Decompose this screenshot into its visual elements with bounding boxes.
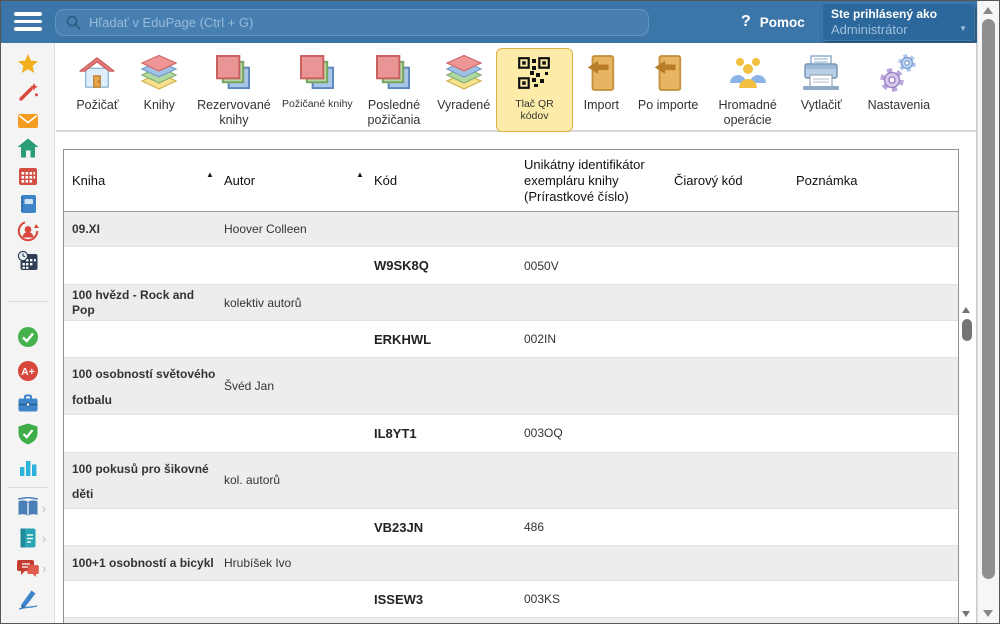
library-toolbar: Požičať Knihy Rezervované knihy Požičané…: [56, 43, 976, 132]
people-group-icon: [728, 51, 768, 95]
printer-icon: [802, 51, 840, 95]
toolbar-item-po-importe[interactable]: Po importe: [630, 51, 707, 113]
chevron-down-icon: ▼: [959, 24, 967, 33]
svg-text:A+: A+: [21, 366, 35, 378]
table-row[interactable]: W9SK8Q 0050V: [64, 247, 958, 285]
table-row[interactable]: ISSEW3 003KS: [64, 581, 958, 618]
library-book-icon[interactable]: [17, 497, 39, 519]
star-icon[interactable]: [17, 53, 39, 75]
bar-chart-icon[interactable]: [17, 456, 39, 478]
table-row[interactable]: IL8YT1 003OQ: [64, 415, 958, 453]
stacked-squares-icon: [376, 51, 411, 95]
person-refresh-icon[interactable]: [17, 220, 39, 242]
calendar-grid-icon[interactable]: [17, 165, 39, 187]
house-icon: [78, 51, 116, 95]
column-header-kniha[interactable]: Kniha: [64, 150, 216, 211]
table-scrollbar[interactable]: [959, 304, 975, 623]
sidebar-divider: [7, 301, 48, 302]
import-door-icon: [585, 51, 617, 95]
import-door-icon: [652, 51, 684, 95]
sidebar-divider: [7, 487, 48, 488]
table-row[interactable]: 100+1 osobností a bicykl Hrubíšek Ivo: [64, 546, 958, 581]
books-table: Kniha Autor Kód Unikátny identifikátor e…: [63, 149, 959, 624]
table-row[interactable]: 100 hvězd - Rock and Pop kolektiv autorů: [64, 285, 958, 321]
toolbar-item-nastavenia[interactable]: Nastavenia: [854, 51, 944, 113]
column-header-autor[interactable]: Autor: [216, 150, 366, 211]
logged-in-as-label: Ste prihlásený ako: [831, 7, 966, 21]
work-area: Kniha Autor Kód Unikátny identifikátor e…: [56, 134, 976, 623]
chevron-right-icon: ›: [42, 501, 46, 516]
toolbar-item-tlac-qr-kodov[interactable]: Tlač QR kódov: [496, 48, 573, 132]
help-label: Pomoc: [760, 15, 805, 30]
column-header-ciarovy-kod[interactable]: Čiarový kód: [666, 150, 788, 211]
column-header-kod[interactable]: Kód: [366, 150, 516, 211]
toolbar-item-vyradene[interactable]: Vyradené: [431, 51, 496, 113]
shield-check-icon[interactable]: [17, 423, 39, 445]
table-header: Kniha Autor Kód Unikátny identifikátor e…: [64, 150, 958, 212]
main-content: Požičať Knihy Rezervované knihy Požičané…: [56, 43, 977, 623]
column-header-poznamka[interactable]: Poznámka: [788, 150, 958, 211]
user-role: Administrátor: [831, 22, 966, 37]
envelope-icon[interactable]: [17, 110, 39, 132]
toolbar-item-hromadne-operacie[interactable]: Hromadné operácie: [706, 51, 788, 128]
check-circle-icon[interactable]: [17, 326, 39, 348]
table-row[interactable]: VB23JN 486: [64, 509, 958, 546]
layers-icon: [445, 51, 483, 95]
search-icon: [66, 15, 81, 30]
table-scrollbar-thumb[interactable]: [962, 319, 972, 341]
chevron-right-icon: ›: [42, 561, 46, 576]
magic-wand-icon[interactable]: [17, 81, 39, 103]
table-row[interactable]: ERKHWL 002IN: [64, 321, 958, 358]
stacked-squares-icon: [300, 51, 335, 95]
top-bar: ? Pomoc Ste prihlásený ako Administrátor…: [1, 1, 977, 43]
qr-code-icon: [518, 51, 550, 95]
toolbar-item-pozicat[interactable]: Požičať: [66, 51, 129, 113]
toolbar-item-rezervovane-knihy[interactable]: Rezervované knihy: [190, 51, 278, 128]
logged-in-user-dropdown[interactable]: Ste prihlásený ako Administrátor ▼: [822, 3, 975, 41]
calendar-clock-icon[interactable]: [17, 250, 39, 272]
partial-row: [64, 618, 958, 624]
pen-icon[interactable]: [17, 588, 39, 610]
question-mark-icon: ?: [741, 13, 751, 31]
search-input[interactable]: [89, 15, 609, 30]
table-row[interactable]: 100 osobností světového fotbalu Švéd Jan: [64, 358, 958, 415]
speech-bubbles-icon[interactable]: [17, 557, 39, 579]
table-row[interactable]: 100 pokusů pro šikovné děti kol. autorů: [64, 453, 958, 510]
scroll-down-arrow-icon[interactable]: [962, 611, 970, 617]
page-scrollbar-thumb[interactable]: [982, 19, 995, 579]
document-icon[interactable]: [17, 527, 39, 549]
scroll-up-arrow-icon[interactable]: [983, 7, 993, 14]
house-icon[interactable]: [17, 137, 39, 159]
toolbar-item-posledne-pozicania[interactable]: Posledné požičania: [357, 51, 432, 128]
gears-icon: [879, 51, 919, 95]
notebook-icon[interactable]: [17, 193, 39, 215]
sidebar: A+ › › ›: [1, 43, 55, 623]
edupage-library-window: ? Pomoc Ste prihlásený ako Administrátor…: [0, 0, 1000, 624]
toolbar-item-pozicane-knihy[interactable]: Požičané knihy: [278, 51, 357, 110]
global-search[interactable]: [55, 9, 649, 36]
sort-ascending-icon[interactable]: ▲: [206, 170, 214, 179]
scroll-down-arrow-icon[interactable]: [983, 610, 993, 617]
briefcase-icon[interactable]: [17, 392, 39, 414]
help-button[interactable]: ? Pomoc: [741, 1, 805, 43]
table-row[interactable]: 09.XI Hoover Colleen: [64, 212, 958, 247]
grade-a-plus-icon[interactable]: A+: [17, 360, 39, 382]
column-header-identifikator[interactable]: Unikátny identifikátor exempláru knihy (…: [516, 150, 666, 211]
layers-icon: [140, 51, 178, 95]
stacked-squares-icon: [216, 51, 251, 95]
toolbar-item-knihy[interactable]: Knihy: [129, 51, 190, 113]
page-scrollbar[interactable]: [977, 1, 999, 623]
toolbar-item-import[interactable]: Import: [573, 51, 630, 113]
scroll-up-arrow-icon[interactable]: [962, 307, 970, 313]
chevron-right-icon: ›: [42, 531, 46, 546]
sort-ascending-icon[interactable]: ▲: [356, 170, 364, 179]
toolbar-item-vytlacit[interactable]: Vytlačiť: [789, 51, 854, 113]
hamburger-menu-icon[interactable]: [14, 12, 42, 32]
